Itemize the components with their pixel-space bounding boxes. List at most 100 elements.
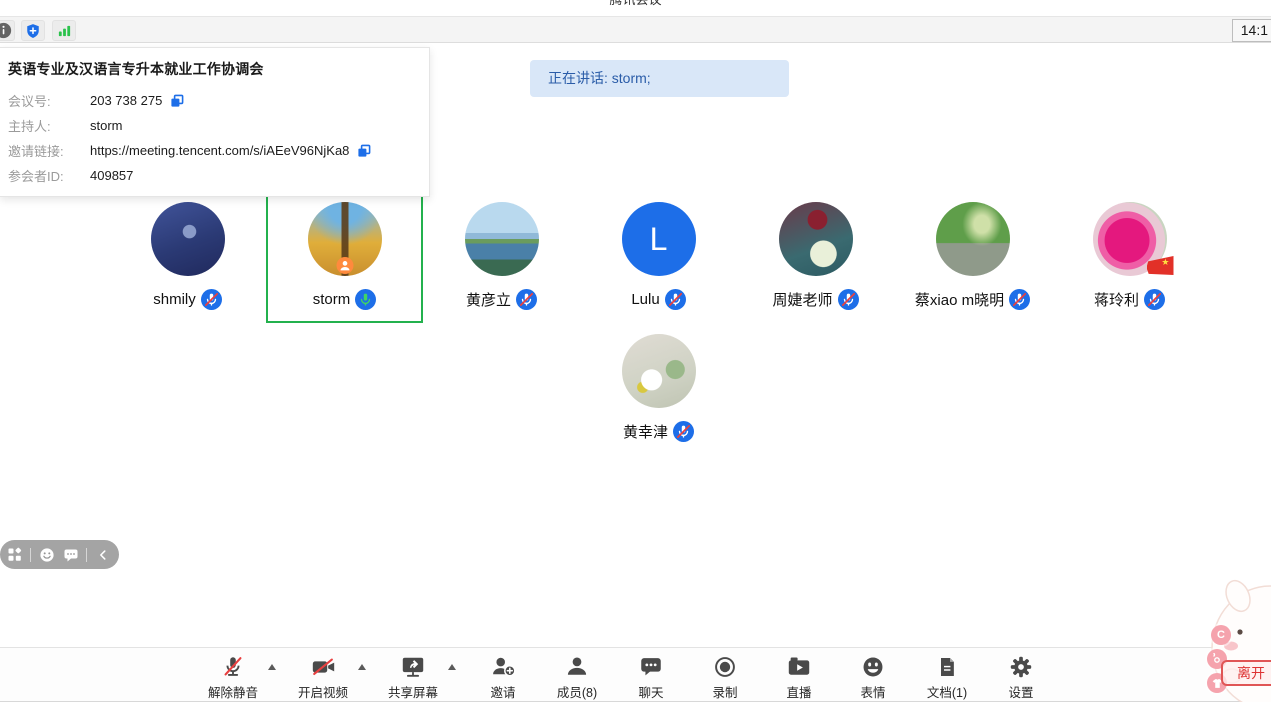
participant-tile[interactable]: ★ 黄彦立 (423, 190, 580, 323)
speaking-banner: 正在讲话: storm; (530, 60, 789, 97)
toolbar-label: 共享屏幕 (388, 682, 438, 701)
participant-name: storm (313, 291, 351, 308)
window-titlebar: 腾讯会议 (0, 0, 1271, 16)
toolbar-item[interactable]: 共享屏幕 (382, 653, 444, 701)
toolbar-item[interactable]: 解除静音 (202, 653, 264, 701)
mic-muted-icon (1009, 289, 1030, 310)
toolbar-item[interactable]: 设置 (990, 653, 1052, 701)
toolbar-label: 直播 (786, 682, 811, 701)
shield-icon (25, 23, 41, 39)
mic-muted-icon (838, 289, 859, 310)
mic-speaking-icon (355, 289, 376, 310)
meeting-info-button[interactable] (0, 20, 15, 41)
chat-bubble-icon[interactable] (62, 546, 79, 564)
emoji-panel-icon[interactable] (38, 546, 55, 564)
participant-tile[interactable]: ★ storm (266, 190, 423, 323)
copy-icon[interactable] (170, 94, 184, 108)
host-badge-icon (336, 257, 353, 279)
toolbar-label: 文档(1) (927, 682, 967, 701)
mic-muted-icon (201, 289, 222, 310)
toolbar-item[interactable]: 邀请 (472, 653, 534, 701)
info-value: storm (90, 118, 123, 133)
pet-leave-button[interactable]: 离开 (1221, 660, 1271, 686)
top-toolbar: 14:1 (0, 16, 1271, 43)
caret-up-icon[interactable] (264, 653, 280, 670)
participant-tile[interactable]: ★ shmily (109, 190, 266, 323)
toolbar-label: 解除静音 (208, 682, 258, 701)
info-icon (0, 22, 12, 39)
caret-up-icon[interactable] (444, 653, 460, 670)
info-value: https://meeting.tencent.com/s/iAEeV96NjK… (90, 143, 349, 158)
participant-tile[interactable]: ★ 蒋玲利 (1051, 190, 1208, 323)
toolbar-item[interactable]: 文档(1) (916, 653, 978, 701)
copy-icon[interactable] (357, 144, 371, 158)
toolbar-label: 录制 (712, 682, 737, 701)
toolbar-label: 邀请 (490, 682, 515, 701)
mic-muted-icon (673, 421, 694, 442)
toolbar-label: 聊天 (638, 682, 663, 701)
toolbar-item[interactable]: 录制 (694, 653, 756, 701)
live-icon (786, 653, 812, 680)
participant-tile[interactable]: ★ 黄幸津 (580, 322, 737, 455)
mic-muted-icon (1144, 289, 1165, 310)
participant-name: 蒋玲利 (1094, 289, 1139, 310)
participant-tile[interactable]: ★ 周婕老师 (737, 190, 894, 323)
participant-grid-row-1: ★ shmily ★ storm ★ 黄彦立 (109, 190, 1208, 323)
participant-grid-row-2: ★ 黄幸津 (580, 322, 737, 455)
participant-avatar: L (622, 202, 696, 276)
invite-icon (490, 653, 517, 680)
document-icon (935, 653, 959, 680)
bottom-control-bar: 解除静音 开启视频 共享屏幕 邀请 成员(8) (0, 647, 1271, 701)
toolbar-label: 成员(8) (557, 682, 597, 701)
emoji-icon (860, 653, 886, 680)
participant-name: 黄幸津 (623, 421, 668, 442)
participant-tile[interactable]: L ★ Lulu (580, 190, 737, 323)
info-label: 参会者ID: (8, 166, 90, 185)
toolbar-label: 表情 (860, 682, 885, 701)
toolbar-item[interactable]: 聊天 (620, 653, 682, 701)
info-label: 会议号: (8, 91, 90, 110)
mic-muted-icon (665, 289, 686, 310)
toolbar-label: 设置 (1008, 682, 1033, 701)
members-icon (564, 653, 590, 680)
divider (86, 548, 87, 562)
clock: 14:1 (1232, 19, 1271, 42)
network-quality-button[interactable] (52, 20, 76, 41)
info-label: 邀请链接: (8, 141, 90, 160)
participant-avatar (779, 202, 853, 276)
participant-name: Lulu (631, 291, 659, 308)
participant-name: 周婕老师 (772, 289, 832, 310)
chat-icon (638, 653, 664, 680)
toolbar-item[interactable]: 成员(8) (546, 653, 608, 701)
meeting-info-row: 邀请链接: https://meeting.tencent.com/s/iAEe… (8, 138, 415, 163)
meeting-title: 英语专业及汉语言专升本就业工作协调会 (8, 59, 415, 79)
network-signal-icon (57, 23, 72, 38)
meeting-info-card: 英语专业及汉语言专升本就业工作协调会 会议号: 203 738 275 主持人:… (0, 47, 430, 197)
participant-avatar (936, 202, 1010, 276)
layout-view-icon[interactable] (6, 546, 23, 564)
collapse-chevron-icon[interactable] (94, 546, 111, 564)
divider (30, 548, 31, 562)
mic-muted-icon (220, 653, 246, 680)
record-icon (712, 653, 738, 680)
meeting-info-row: 主持人: storm (8, 113, 415, 138)
security-button[interactable] (21, 20, 45, 41)
participant-avatar (465, 202, 539, 276)
caret-up-icon[interactable] (354, 653, 370, 670)
camera-muted-icon (310, 653, 337, 680)
settings-icon (1008, 653, 1034, 680)
toolbar-item[interactable]: 直播 (768, 653, 830, 701)
meeting-info-row: 会议号: 203 738 275 (8, 88, 415, 113)
toolbar-item[interactable]: 表情 (842, 653, 904, 701)
app-title: 腾讯会议 (0, 0, 1271, 8)
pet-menu-c-button[interactable]: C (1211, 625, 1231, 645)
info-value: 203 738 275 (90, 93, 162, 108)
toolbar-label: 开启视频 (298, 682, 348, 701)
participant-name: shmily (153, 291, 196, 308)
participant-tile[interactable]: ★ 蔡xiao m晓明 (894, 190, 1051, 323)
share-screen-icon (400, 653, 426, 680)
toolbar-item[interactable]: 开启视频 (292, 653, 354, 701)
desktop-pet-overlay: C 离开 (1151, 571, 1271, 701)
mini-floating-toolbar (0, 540, 119, 569)
meeting-info-row: 参会者ID: 409857 (8, 163, 415, 188)
